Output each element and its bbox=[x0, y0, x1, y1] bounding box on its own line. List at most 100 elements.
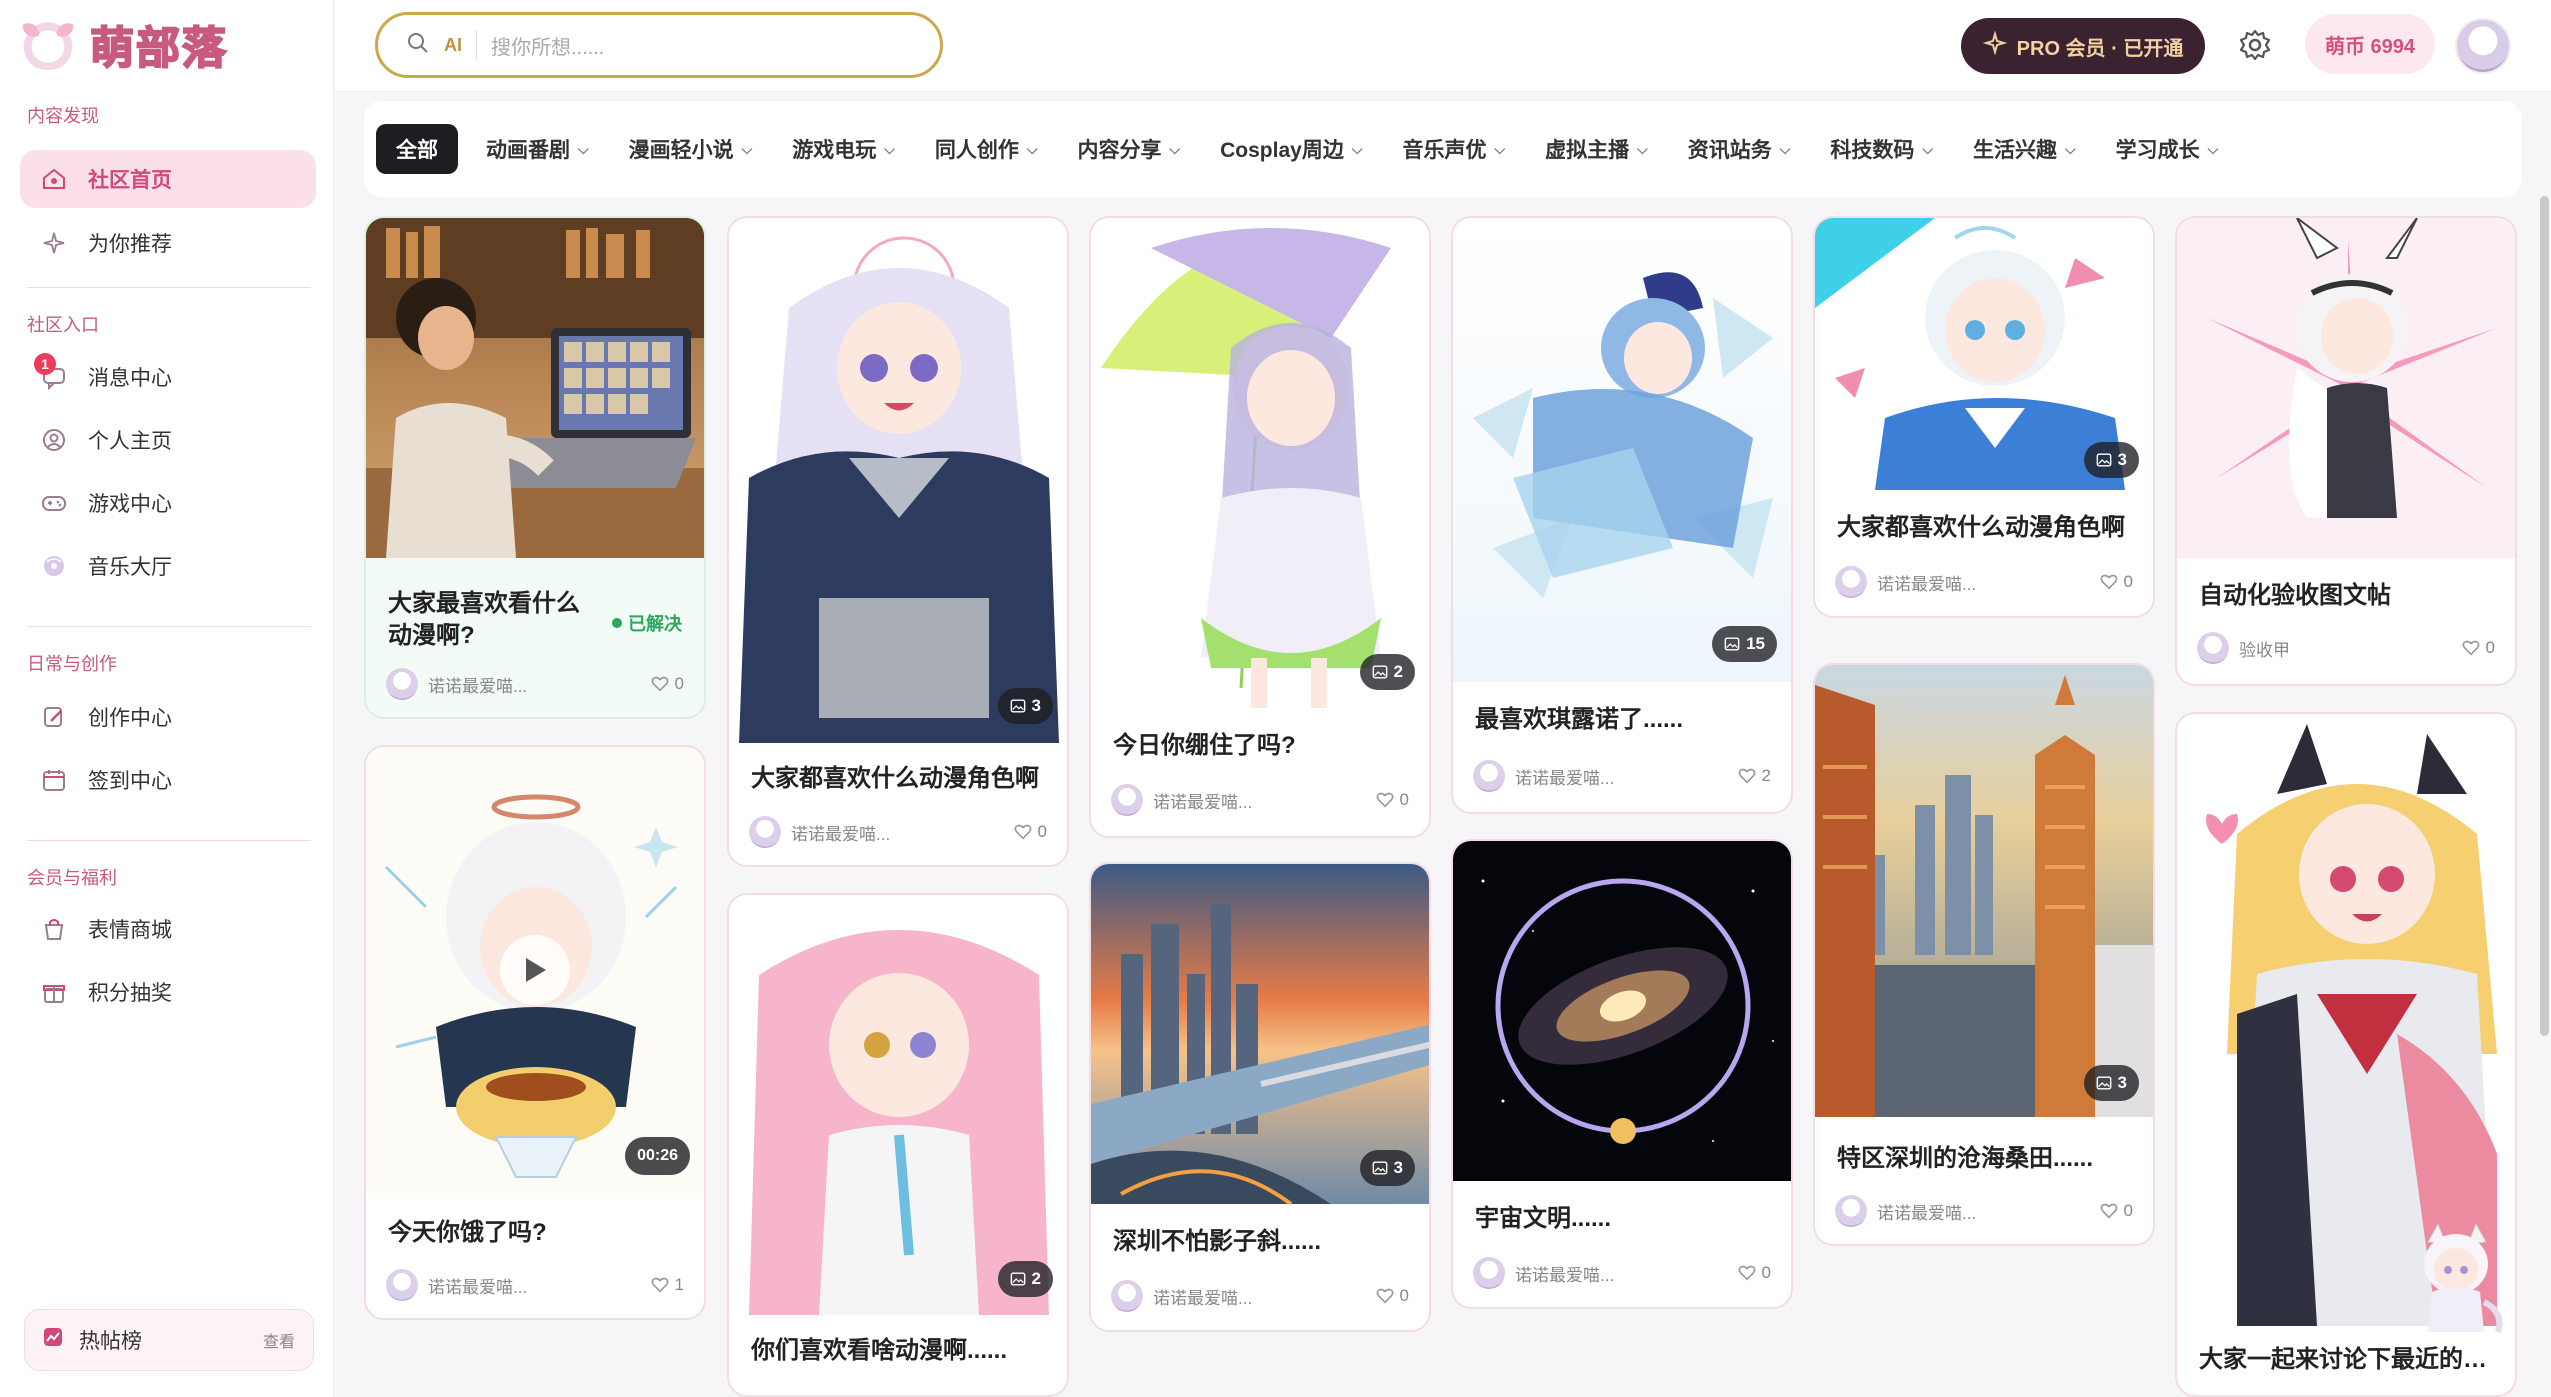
author-name[interactable]: 诺诺最爱喵... bbox=[791, 820, 890, 845]
like-button[interactable]: 2 bbox=[1738, 766, 1771, 786]
post-title[interactable]: 大家都喜欢什么动漫角色啊 bbox=[751, 763, 1045, 795]
pro-membership-button[interactable]: PRO 会员 · 已开通 bbox=[1961, 18, 2205, 74]
author-avatar[interactable] bbox=[1111, 784, 1143, 816]
post-thumbnail: 3 bbox=[1091, 864, 1429, 1204]
sidebar-item-lottery[interactable]: 积分抽奖 bbox=[20, 963, 316, 1021]
post-card[interactable]: 3 深圳不怕影子斜...... 诺诺最爱喵... 0 bbox=[1089, 862, 1431, 1332]
settings-gear-icon[interactable] bbox=[2237, 27, 2273, 63]
author-avatar[interactable] bbox=[386, 668, 418, 700]
post-card[interactable]: 宇宙文明...... 诺诺最爱喵... 0 bbox=[1451, 839, 1793, 1309]
author-name[interactable]: 诺诺最爱喵... bbox=[1153, 1284, 1252, 1309]
author-name[interactable]: 诺诺最爱喵... bbox=[428, 1273, 527, 1298]
post-card[interactable]: 3 大家都喜欢什么动漫角色啊 诺诺最爱喵... 0 bbox=[1813, 216, 2155, 618]
filter-label: 漫画轻小说 bbox=[628, 139, 734, 162]
author-name[interactable]: 诺诺最爱喵... bbox=[1515, 1261, 1614, 1286]
sidebar-item-create[interactable]: 创作中心 bbox=[20, 688, 316, 746]
like-button[interactable]: 0 bbox=[1376, 790, 1409, 810]
post-card[interactable]: 15 最喜欢琪露诺了...... 诺诺最爱喵... 2 bbox=[1451, 216, 1793, 814]
hot-posts-view-link[interactable]: 查看 bbox=[263, 1328, 295, 1352]
filter-all[interactable]: 全部 bbox=[376, 124, 458, 174]
post-title[interactable]: 大家最喜欢看什么动漫啊? bbox=[388, 588, 588, 652]
author-avatar[interactable] bbox=[2197, 632, 2229, 664]
author-name[interactable]: 诺诺最爱喵... bbox=[1877, 1199, 1976, 1224]
post-card[interactable]: 3 大家都喜欢什么动漫角色啊 诺诺最爱喵... 0 bbox=[727, 216, 1069, 867]
hot-posts-entry[interactable]: 热帖榜 查看 bbox=[24, 1309, 314, 1371]
post-card[interactable]: 3 特区深圳的沧海桑田...... 诺诺最爱喵... 0 bbox=[1813, 663, 2155, 1246]
divider bbox=[27, 840, 311, 841]
image-icon bbox=[1372, 1160, 1388, 1176]
filter-label: 学习成长 bbox=[2115, 139, 2200, 162]
post-card[interactable]: 2 今日你绷住了吗? 诺诺最爱喵... 0 bbox=[1089, 216, 1431, 838]
post-title[interactable]: 特区深圳的沧海桑田...... bbox=[1837, 1143, 2131, 1175]
author-name[interactable]: 诺诺最爱喵... bbox=[1877, 570, 1976, 595]
author-avatar[interactable] bbox=[1473, 760, 1505, 792]
sidebar-item-messages[interactable]: 1 消息中心 bbox=[20, 348, 316, 406]
author-avatar[interactable] bbox=[1835, 1195, 1867, 1227]
coin-balance[interactable]: 萌币 6994 bbox=[2305, 14, 2435, 74]
post-title[interactable]: 大家都喜欢什么动漫角色啊 bbox=[1837, 512, 2131, 544]
filter-games[interactable]: 游戏电玩 ⌵ bbox=[772, 124, 915, 174]
sidebar-item-checkin[interactable]: 签到中心 bbox=[20, 751, 316, 809]
post-title[interactable]: 深圳不怕影子斜...... bbox=[1113, 1226, 1407, 1258]
like-button[interactable]: 0 bbox=[651, 674, 684, 694]
post-card[interactable]: 00:26 今天你饿了吗? 诺诺最爱喵... 1 bbox=[364, 745, 706, 1320]
filter-lifestyle[interactable]: 生活兴趣 ⌵ bbox=[1953, 124, 2096, 174]
post-card[interactable]: 2 你们喜欢看啥动漫啊...... bbox=[727, 893, 1069, 1397]
post-title[interactable]: 宇宙文明...... bbox=[1475, 1203, 1769, 1235]
like-button[interactable]: 0 bbox=[1738, 1263, 1771, 1283]
image-count-badge: 3 bbox=[2083, 1065, 2139, 1101]
author-avatar[interactable] bbox=[1473, 1257, 1505, 1289]
post-title[interactable]: 大家一起来讨论下最近的新番 bbox=[2199, 1344, 2493, 1376]
post-title[interactable]: 今天你饿了吗? bbox=[388, 1217, 682, 1249]
author-avatar[interactable] bbox=[386, 1269, 418, 1301]
filter-fan-creation[interactable]: 同人创作 ⌵ bbox=[915, 124, 1058, 174]
like-button[interactable]: 0 bbox=[2462, 638, 2495, 658]
sidebar-item-sticker-shop[interactable]: 表情商城 bbox=[20, 900, 316, 958]
filter-vtuber[interactable]: 虚拟主播 ⌵ bbox=[1525, 124, 1668, 174]
search-input[interactable]: 搜你所想...... bbox=[491, 31, 604, 60]
play-icon[interactable] bbox=[500, 935, 570, 1005]
ai-search-toggle[interactable]: AI bbox=[444, 35, 462, 56]
filter-learning[interactable]: 学习成长 ⌵ bbox=[2096, 124, 2239, 174]
user-avatar[interactable] bbox=[2455, 18, 2511, 74]
filter-music-voice[interactable]: 音乐声优 ⌵ bbox=[1382, 124, 1525, 174]
post-title[interactable]: 今日你绷住了吗? bbox=[1113, 730, 1407, 762]
brand-logo[interactable]: 萌部落 bbox=[20, 12, 228, 76]
filter-label: 科技数码 bbox=[1830, 139, 1915, 162]
heart-icon bbox=[2100, 1202, 2118, 1220]
author-name[interactable]: 诺诺最爱喵... bbox=[428, 672, 527, 697]
like-button[interactable]: 0 bbox=[2100, 1201, 2133, 1221]
filter-news[interactable]: 资讯站务 ⌵ bbox=[1668, 124, 1811, 174]
post-title[interactable]: 自动化验收图文帖 bbox=[2199, 580, 2493, 612]
filter-anime[interactable]: 动画番剧 ⌵ bbox=[466, 124, 609, 174]
sidebar-item-profile[interactable]: 个人主页 bbox=[20, 411, 316, 469]
author-name[interactable]: 诺诺最爱喵... bbox=[1515, 764, 1614, 789]
filter-tech[interactable]: 科技数码 ⌵ bbox=[1810, 124, 1953, 174]
like-button[interactable]: 1 bbox=[651, 1275, 684, 1295]
sidebar-item-recommend[interactable]: 为你推荐 bbox=[20, 214, 316, 272]
post-title[interactable]: 最喜欢琪露诺了...... bbox=[1475, 704, 1769, 736]
search-bar[interactable]: AI 搜你所想...... bbox=[375, 12, 943, 78]
post-title[interactable]: 你们喜欢看啥动漫啊...... bbox=[751, 1335, 1045, 1367]
author-avatar[interactable] bbox=[1835, 566, 1867, 598]
sidebar-item-music[interactable]: 音乐大厅 bbox=[20, 537, 316, 595]
author-avatar[interactable] bbox=[749, 816, 781, 848]
search-icon bbox=[406, 31, 430, 60]
post-card[interactable]: 自动化验收图文帖 验收甲 0 bbox=[2175, 216, 2517, 686]
filter-manga-novels[interactable]: 漫画轻小说 ⌵ bbox=[609, 124, 773, 174]
sidebar-item-community[interactable]: 社区首页 bbox=[20, 150, 316, 208]
post-card[interactable]: 大家最喜欢看什么动漫啊? 已解决 诺诺最爱喵... 0 bbox=[364, 216, 706, 719]
like-button[interactable]: 0 bbox=[2100, 572, 2133, 592]
chevron-down-icon: ⌵ bbox=[884, 140, 895, 157]
author-avatar[interactable] bbox=[1111, 1280, 1143, 1312]
floating-mascot[interactable] bbox=[2398, 1222, 2514, 1340]
sidebar-item-games[interactable]: 游戏中心 bbox=[20, 474, 316, 532]
author-name[interactable]: 验收甲 bbox=[2239, 636, 2290, 661]
filter-cosplay[interactable]: Cosplay周边 ⌵ bbox=[1200, 124, 1382, 174]
music-icon bbox=[40, 552, 68, 580]
like-button[interactable]: 0 bbox=[1376, 1286, 1409, 1306]
author-name[interactable]: 诺诺最爱喵... bbox=[1153, 788, 1252, 813]
page-scrollbar[interactable] bbox=[2540, 196, 2549, 1036]
like-button[interactable]: 0 bbox=[1014, 822, 1047, 842]
filter-content-sharing[interactable]: 内容分享 ⌵ bbox=[1058, 124, 1201, 174]
